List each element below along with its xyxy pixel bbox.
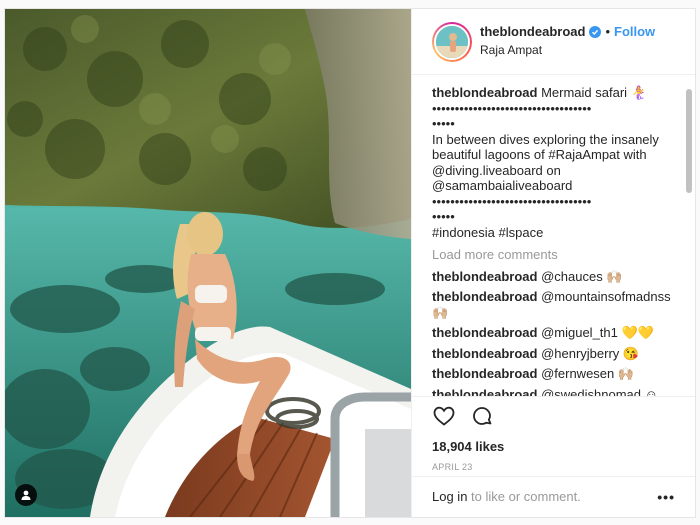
comment-username[interactable]: theblondeabroad [432, 289, 537, 304]
more-options-icon[interactable]: ••• [657, 489, 675, 505]
comment-username[interactable]: theblondeabroad [432, 346, 537, 361]
caption: theblondeabroad Mermaid safari 🧜‍♀️ ••••… [432, 85, 679, 240]
heart-icon[interactable] [432, 404, 456, 428]
post-date[interactable]: APRIL 23 [432, 462, 675, 472]
comment-text: @miguel_th1 💛💛 [541, 325, 654, 340]
comment-icon[interactable] [470, 404, 494, 428]
caption-line: Mermaid safari 🧜‍♀️ [541, 85, 647, 100]
comments-list[interactable]: theblondeabroad Mermaid safari 🧜‍♀️ ••••… [432, 85, 679, 397]
login-prompt-text: to like or comment. [467, 489, 581, 504]
comments-scrollbar[interactable] [686, 89, 692, 193]
follow-button[interactable]: Follow [614, 24, 655, 39]
caption-line: In between dives exploring the insanely [432, 131, 659, 147]
post-header: theblondeabroad • Follow Raja Ampat [412, 9, 695, 75]
comment-item: theblondeabroad @henryjberry 😘 [432, 346, 679, 362]
caption-line: beautiful lagoons of #RajaAmpat with [432, 147, 647, 162]
lagoon-boat-photo [5, 9, 411, 517]
caption-line: ••••• [432, 116, 455, 131]
comment-username[interactable]: theblondeabroad [432, 366, 537, 381]
load-more-comments-button[interactable]: Load more comments [432, 247, 679, 263]
login-link[interactable]: Log in [432, 489, 467, 504]
caption-line: @diving.liveaboard on [432, 162, 561, 178]
separator-dot: • [605, 24, 611, 39]
likes-count[interactable]: 18,904 likes [432, 439, 675, 454]
post-container: theblondeabroad • Follow Raja Ampat theb… [4, 8, 696, 518]
caption-line: ••••••••••••••••••••••••••••••••••• [432, 100, 592, 116]
comment-item: theblondeabroad @mountainsofmadnss 🙌🏼 [432, 289, 679, 320]
comment-text: @chauces 🙌🏼 [541, 268, 623, 284]
comment-username[interactable]: theblondeabroad [432, 325, 537, 340]
comment-item: theblondeabroad @chauces 🙌🏼 [432, 269, 679, 285]
post-author-username[interactable]: theblondeabroad [480, 24, 585, 39]
comment-text: @fernwesen 🙌🏼 [541, 366, 635, 381]
comment-username[interactable]: theblondeabroad [432, 269, 537, 284]
post-side-panel: theblondeabroad • Follow Raja Ampat theb… [411, 9, 695, 517]
post-actions: 18,904 likes APRIL 23 Log in to like or … [412, 396, 695, 516]
caption-line: ••••••••••••••••••••••••••••••••••• [432, 193, 592, 209]
caption-username[interactable]: theblondeabroad [432, 85, 537, 100]
comment-text: @henryjberry 😘 [541, 345, 640, 361]
post-photo[interactable] [5, 9, 411, 517]
caption-line: @samambaialiveaboard [432, 178, 573, 193]
comment-item: theblondeabroad @fernwesen 🙌🏼 [432, 366, 679, 382]
comment-text: 🙌🏼 [432, 304, 449, 320]
verified-icon [589, 25, 602, 38]
add-comment-bar: Log in to like or comment. ••• [412, 476, 695, 516]
comment-item: theblondeabroad @miguel_th1 💛💛 [432, 325, 679, 341]
caption-line: ••••• [432, 209, 455, 224]
comment-text: @mountainsofmadnss [541, 289, 671, 304]
caption-line: #indonesia #lspace [432, 224, 544, 240]
tagged-user-icon[interactable] [15, 484, 37, 506]
post-location[interactable]: Raja Ampat [480, 43, 655, 57]
avatar[interactable] [432, 21, 472, 62]
